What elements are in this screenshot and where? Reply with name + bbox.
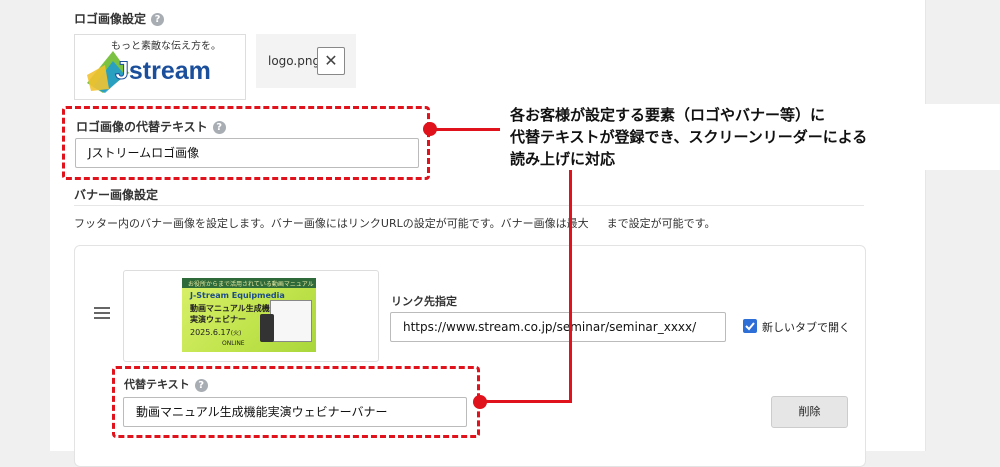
banner-description: フッター内のバナー画像を設定します。バナー画像にはリンクURLの設定が可能です。…: [74, 215, 716, 231]
new-tab-label[interactable]: 新しいタブで開く: [762, 319, 850, 335]
annotation-line-2: 代替テキストが登録でき、スクリーンリーダーによる: [510, 128, 868, 146]
link-label: リンク先指定: [391, 295, 457, 308]
link-url-input[interactable]: https://www.stream.co.jp/seminar/seminar…: [390, 312, 726, 342]
banner-headline-2: 実演ウェビナー: [190, 315, 246, 324]
logo-wordmark-initial: J: [115, 57, 130, 86]
annotation-box-banner-alt: [112, 366, 480, 438]
annotation-connector: [480, 400, 572, 403]
banner-weekday: (火): [230, 330, 242, 337]
uploaded-file-chip: logo.png ✕: [256, 34, 356, 88]
annotation-callout: 各お客様が設定する要素（ロゴやバナー等）に 代替テキストが登録でき、スクリーンリ…: [510, 104, 1000, 170]
delete-button[interactable]: 削除: [771, 396, 848, 428]
banner-brand: J-Stream Equipmedia: [190, 291, 285, 300]
annotation-dot: [473, 395, 487, 409]
new-tab-checkbox[interactable]: [743, 319, 757, 333]
logo-wordmark: Jstream: [115, 57, 211, 86]
annotation-dot: [423, 122, 437, 136]
file-name: logo.png: [268, 54, 321, 68]
logo-section-label: ロゴ画像設定?: [74, 10, 165, 27]
banner-section-label: バナー画像設定: [74, 188, 159, 202]
logo-wordmark-rest: stream: [128, 57, 211, 85]
banner-description-text: フッター内のバナー画像を設定します。バナー画像にはリンクURLの設定が可能です。…: [74, 217, 589, 230]
banner-top-text: お役所からまで活用されている動画マニュアル: [188, 281, 314, 288]
annotation-box-logo-alt: [62, 106, 430, 180]
banner-image: お役所からまで活用されている動画マニュアル J-Stream Equipmedi…: [182, 278, 316, 352]
annotation-line-1: 各お客様が設定する要素（ロゴやバナー等）に: [510, 106, 826, 124]
right-gutter: [930, 0, 1000, 451]
banner-device-illustration: [270, 300, 312, 342]
banner-headline-1: 動画マニュアル生成機能: [190, 304, 278, 313]
banner-mode: ONLINE: [222, 340, 245, 347]
annotation-line-3: 読み上げに対応: [510, 150, 616, 168]
drag-handle-icon[interactable]: [94, 307, 110, 322]
remove-file-button[interactable]: ✕: [317, 47, 345, 75]
banner-phone-illustration: [260, 314, 274, 342]
logo-section-label-text: ロゴ画像設定: [74, 12, 147, 26]
logo-preview: もっと素敵な伝え方を。 Jstream: [74, 34, 246, 100]
banner-date-value: 2025.6.17: [190, 328, 231, 337]
annotation-connector: [430, 128, 500, 131]
banner-description-tail: まで設定が可能です。: [606, 217, 716, 230]
section-divider: [74, 205, 864, 206]
help-icon[interactable]: ?: [151, 13, 165, 26]
banner-date: 2025.6.17(火): [190, 328, 241, 337]
check-icon: [745, 322, 755, 331]
